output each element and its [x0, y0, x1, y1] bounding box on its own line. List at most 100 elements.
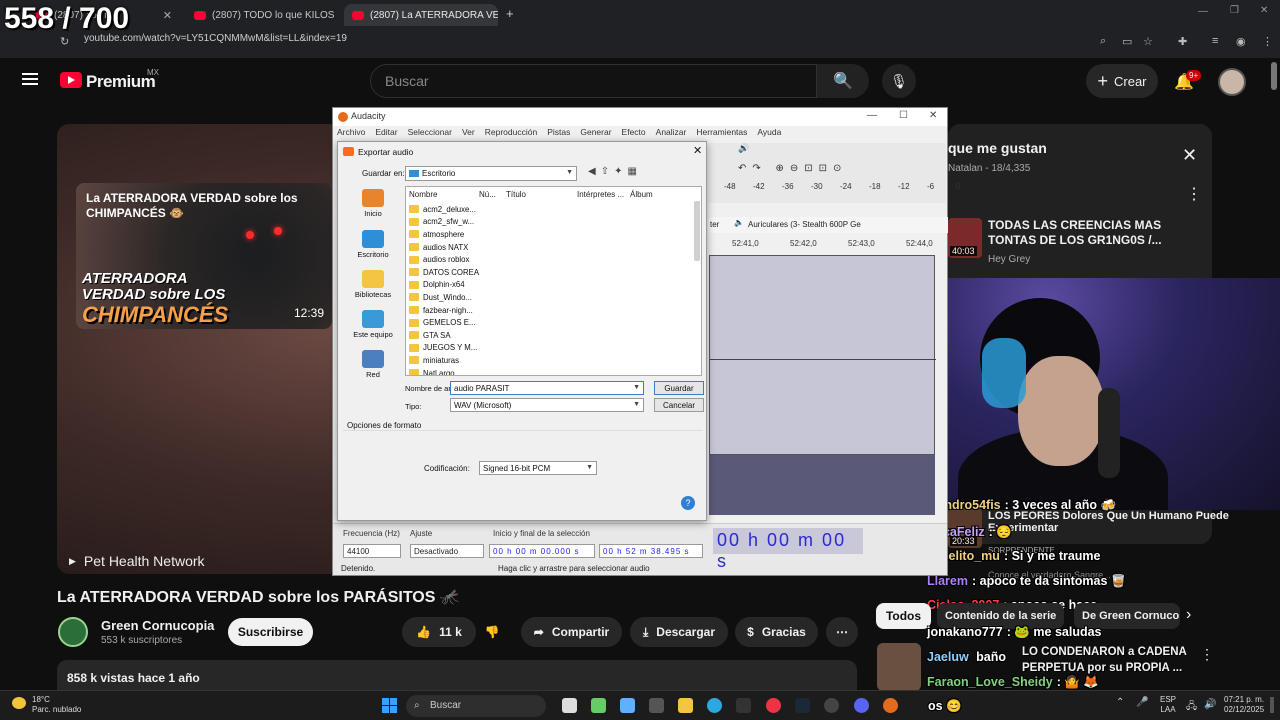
like-button[interactable]: 👍 11 k — [402, 617, 476, 647]
close-window-icon[interactable]: ✕ — [929, 110, 937, 121]
place-network[interactable]: Red — [343, 350, 403, 379]
file-row[interactable]: GEMELOS E... — [409, 316, 475, 329]
start-button[interactable] — [382, 698, 397, 713]
audacity-taskbar-icon[interactable] — [883, 698, 898, 713]
thanks-button[interactable]: $ Gracias — [735, 617, 818, 647]
reload-icon[interactable]: ↻ — [60, 35, 69, 48]
xbox-app-icon[interactable] — [591, 698, 606, 713]
file-row[interactable]: miniaturas — [409, 354, 459, 367]
tab-3-active[interactable]: (2807) La ATERRADORA VERDA...✕ — [344, 4, 498, 26]
column-header-artists[interactable]: Intérpretes ... — [577, 190, 624, 199]
taskbar-search[interactable]: Buscar — [406, 695, 546, 717]
file-explorer-icon[interactable] — [678, 698, 693, 713]
minimize-icon[interactable]: — — [1198, 6, 1208, 17]
file-row[interactable]: Dust_Windo... — [409, 291, 472, 304]
snap-select[interactable]: Desactivado — [410, 544, 484, 558]
menu-item[interactable]: Generar — [580, 127, 611, 141]
related-video-thumbnail[interactable] — [877, 643, 921, 691]
hamburger-menu-icon[interactable] — [22, 73, 38, 85]
timeline-ruler[interactable]: 52:41,0 52:42,0 52:43,0 52:44,0 — [708, 238, 948, 250]
account-avatar[interactable] — [1218, 68, 1246, 96]
related-video-title[interactable]: LO CONDENARON a CADENA PERPETUA por su PR… — [1022, 644, 1187, 676]
file-row[interactable]: fazbear-nigh... — [409, 304, 473, 317]
column-header-name[interactable]: Nombre — [409, 190, 437, 199]
place-libraries[interactable]: Bibliotecas — [343, 270, 403, 299]
menu-item[interactable]: Reproducción — [485, 127, 537, 141]
file-row[interactable]: acm2_sfw_w... — [409, 216, 474, 229]
app-icon[interactable] — [649, 698, 664, 713]
reading-list-icon[interactable]: ≡ — [1212, 35, 1218, 47]
playlist-item-title[interactable]: LOS PEORES Dolores Que Un Humano Puede E… — [988, 510, 1280, 534]
volume-icon[interactable]: 🔊 — [738, 143, 749, 154]
menu-item[interactable]: Editar — [375, 127, 397, 141]
menu-item[interactable]: Ayuda — [757, 127, 781, 141]
youtube-premium-brand[interactable]: Premium — [86, 72, 156, 92]
edge-icon[interactable] — [707, 698, 722, 713]
codec-select[interactable]: Signed 16-bit PCM ▼ — [479, 461, 597, 475]
search-button[interactable]: 🔍 — [817, 64, 869, 98]
file-type-select[interactable]: WAV (Microsoft) ▼ — [450, 398, 644, 412]
show-desktop-button[interactable] — [1270, 697, 1274, 713]
file-list-scrollbar[interactable] — [694, 201, 700, 261]
help-icon[interactable]: ? — [681, 496, 695, 510]
save-in-select[interactable]: Escritorio ▼ — [405, 166, 577, 181]
close-window-icon[interactable]: ✕ — [1260, 5, 1268, 16]
steam-icon[interactable] — [795, 698, 810, 713]
view-menu-icon[interactable]: ▦ — [627, 166, 636, 177]
selection-end[interactable]: 00 h 52 m 38.495 s — [599, 544, 703, 558]
back-icon[interactable]: ◀ — [588, 166, 596, 177]
track-empty-area[interactable] — [709, 455, 935, 515]
column-header-number[interactable]: Nú... — [479, 190, 496, 199]
tray-chevron-icon[interactable]: ⌃ — [1116, 697, 1124, 708]
file-row[interactable]: acm2_deluxe... — [409, 203, 476, 216]
output-device-select[interactable]: ter 🔈 Auriculares (3- Stealth 600P Ge — [708, 217, 948, 233]
file-row[interactable]: DATOS COREA — [409, 266, 479, 279]
maximize-icon[interactable]: ☐ — [899, 110, 908, 121]
close-dialog-icon[interactable]: ✕ — [693, 144, 702, 157]
edit-tools[interactable]: ↶↷ ⊕⊖⊡⊡⊙ — [738, 163, 847, 174]
file-row[interactable]: Natl argo — [409, 367, 455, 375]
network-icon[interactable]: 🖧 — [1186, 699, 1197, 716]
microphone-tray-icon[interactable]: 🎤 — [1136, 697, 1148, 708]
page-scrollbar[interactable] — [1271, 62, 1277, 90]
file-row[interactable]: GTA SA — [409, 329, 451, 342]
close-playlist-icon[interactable]: ✕ — [1182, 145, 1197, 166]
share-button[interactable]: ➦ Compartir — [521, 617, 622, 647]
zoom-icon[interactable]: ⌕ — [1100, 35, 1106, 48]
terminal-icon[interactable] — [736, 698, 751, 713]
related-more-icon[interactable]: ⋮ — [1200, 646, 1214, 663]
freq-select[interactable]: 44100 — [343, 544, 401, 558]
playlist-item-title[interactable]: TODAS LAS CREENCIAS MAS TONTAS DE LOS GR… — [988, 218, 1188, 248]
file-row[interactable]: audios roblox — [409, 253, 469, 266]
settings-icon[interactable] — [824, 698, 839, 713]
bookmark-star-icon[interactable]: ☆ — [1143, 35, 1153, 48]
selection-start[interactable]: 00 h 00 m 00.000 s — [489, 544, 595, 558]
dislike-button[interactable]: 👎 — [478, 617, 506, 647]
clock[interactable]: 07:21 p. m. 02/12/2025 — [1224, 695, 1264, 715]
file-row[interactable]: JUEGOS Y M... — [409, 342, 477, 355]
place-home[interactable]: Inicio — [343, 189, 403, 218]
menu-item[interactable]: Seleccionar — [408, 127, 452, 141]
save-button[interactable]: Guardar — [654, 381, 704, 395]
file-row[interactable]: Dolphin-x64 — [409, 279, 465, 292]
chevron-right-icon[interactable]: › — [1186, 606, 1191, 624]
channel-avatar[interactable] — [58, 617, 88, 647]
menu-item[interactable]: Pistas — [547, 127, 570, 141]
place-this-pc[interactable]: Este equipo — [343, 310, 403, 339]
close-tab-icon[interactable]: ✕ — [163, 9, 172, 22]
search-input[interactable]: Buscar — [370, 64, 817, 98]
weather-widget[interactable]: 18°C Parc. nublado — [12, 695, 81, 715]
language-indicator[interactable]: ESP LAA — [1160, 695, 1176, 715]
file-row[interactable]: atmosphere — [409, 228, 464, 241]
volume-icon[interactable]: 🔊 — [1204, 699, 1216, 710]
new-tab-button[interactable]: + — [506, 6, 514, 21]
channel-name[interactable]: Green Cornucopia — [101, 618, 214, 633]
chip-todos[interactable]: Todos — [876, 603, 931, 629]
column-header-title[interactable]: Título — [506, 190, 526, 199]
minimize-icon[interactable]: — — [867, 110, 877, 121]
discord-icon[interactable] — [854, 698, 869, 713]
cast-icon[interactable]: ▭ — [1122, 35, 1132, 48]
tab-2[interactable]: (2807) TODO lo que KILOS MO...✕ — [186, 4, 338, 26]
audio-track[interactable] — [709, 255, 936, 455]
chrome-icon[interactable] — [766, 698, 781, 713]
